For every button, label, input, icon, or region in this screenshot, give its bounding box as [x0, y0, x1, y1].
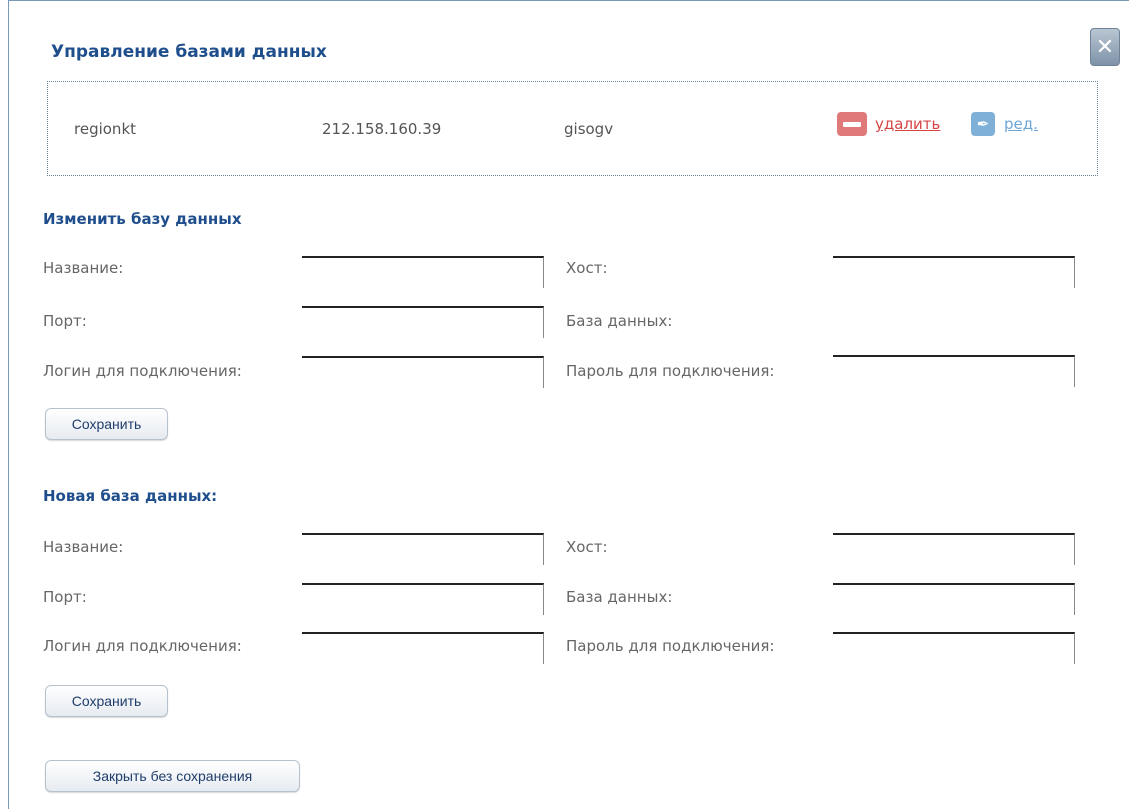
edit-button[interactable]: ✒ ред.	[971, 112, 1038, 136]
edit-save-button[interactable]: Сохранить	[45, 408, 168, 440]
edit-password-label: Пароль для подключения:	[566, 362, 775, 380]
edit-password-input[interactable]	[833, 355, 1075, 387]
edit-database-label: База данных:	[566, 312, 673, 330]
new-login-input[interactable]	[302, 632, 544, 664]
new-name-input[interactable]	[302, 533, 544, 565]
edit-section-title: Изменить базу данных	[43, 210, 242, 228]
minus-icon[interactable]	[837, 112, 867, 136]
new-login-label: Логин для подключения:	[43, 637, 242, 655]
db-database: gisogv	[564, 120, 614, 138]
db-name: regionkt	[74, 120, 137, 138]
db-host: 212.158.160.39	[322, 120, 442, 138]
new-port-label: Порт:	[43, 588, 87, 606]
edit-host-label: Хост:	[566, 259, 608, 277]
new-database-label: База данных:	[566, 588, 673, 606]
new-save-button[interactable]: Сохранить	[45, 685, 168, 717]
edit-name-label: Название:	[43, 259, 124, 277]
close-without-saving-button[interactable]: Закрыть без сохранения	[45, 760, 300, 792]
delete-button[interactable]: удалить	[837, 112, 940, 136]
new-section-title: Новая база данных:	[43, 487, 218, 505]
edit-port-label: Порт:	[43, 312, 87, 330]
pen-icon[interactable]: ✒	[971, 112, 995, 136]
close-icon[interactable]: ✕	[1090, 28, 1120, 66]
new-name-label: Название:	[43, 538, 124, 556]
edit-name-input[interactable]	[302, 256, 544, 288]
edit-host-input[interactable]	[833, 256, 1075, 288]
db-list: regionkt 212.158.160.39 gisogv удалить ✒…	[47, 81, 1098, 176]
edit-link[interactable]: ред.	[1004, 115, 1038, 133]
new-port-input[interactable]	[302, 583, 544, 615]
edit-login-input[interactable]	[302, 356, 544, 388]
new-host-input[interactable]	[833, 533, 1075, 565]
new-host-label: Хост:	[566, 538, 608, 556]
new-database-input[interactable]	[833, 583, 1075, 615]
edit-login-label: Логин для подключения:	[43, 362, 242, 380]
edit-port-input[interactable]	[302, 306, 544, 338]
dialog-title: Управление базами данных	[51, 42, 327, 62]
new-password-label: Пароль для подключения:	[566, 637, 775, 655]
delete-link[interactable]: удалить	[875, 115, 940, 133]
new-password-input[interactable]	[833, 632, 1075, 664]
